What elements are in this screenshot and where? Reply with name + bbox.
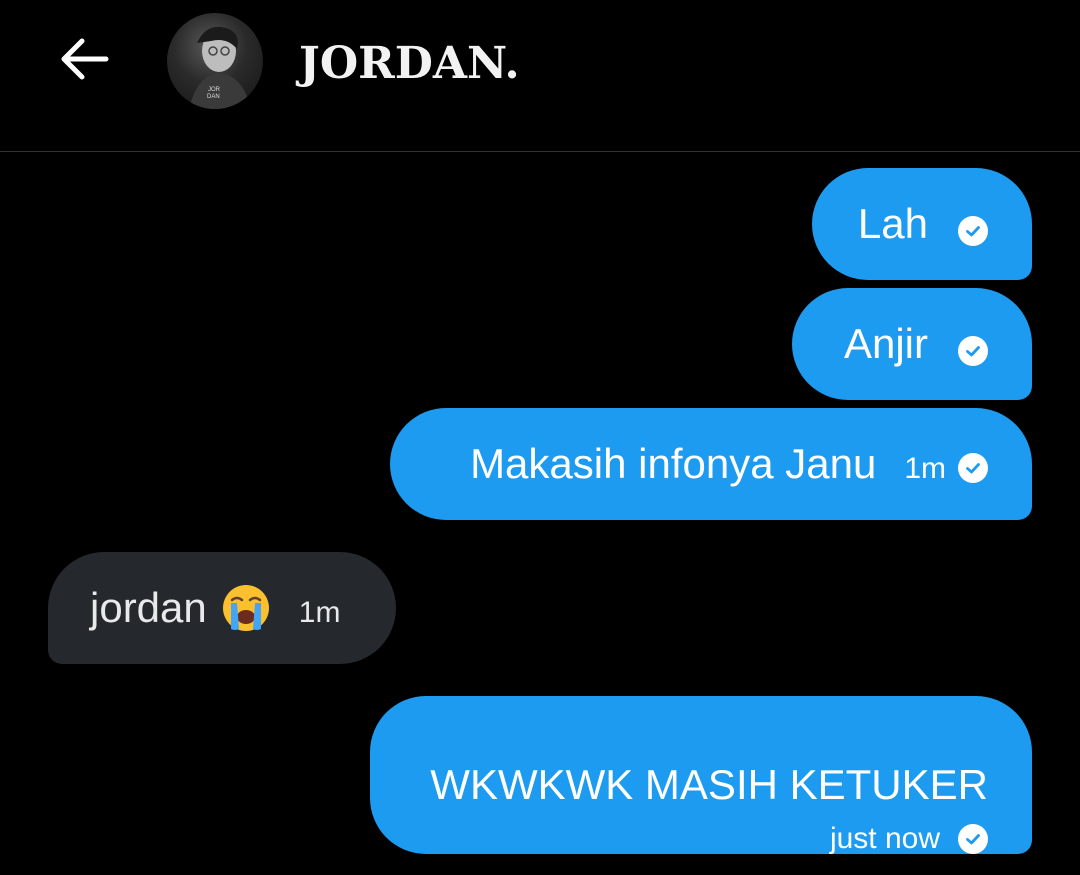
chat-header: JOR DAN JORDAN.	[0, 0, 1080, 152]
message-bubble-received[interactable]: jordan 1m	[48, 552, 396, 664]
message-bubble-sent[interactable]: WKWKWK MASIH KETUKER just now	[370, 696, 1032, 854]
message-bubble-sent[interactable]: Lah	[812, 168, 1032, 280]
check-circle-icon	[958, 453, 988, 483]
check-circle-icon	[958, 336, 988, 366]
back-button[interactable]	[56, 33, 112, 85]
message-text: Makasih infonya Janu	[470, 440, 877, 487]
message-bubble-sent[interactable]: Makasih infonya Janu 1m	[390, 408, 1032, 520]
message-timestamp: just now	[829, 822, 940, 855]
message-meta: just now	[802, 824, 988, 854]
message-timestamp: 1m	[298, 596, 341, 629]
profile-photo: JOR DAN	[189, 26, 251, 109]
message-text: Lah	[857, 200, 928, 247]
svg-text:DAN: DAN	[207, 94, 220, 100]
check-circle-icon	[958, 216, 988, 246]
arrow-left-icon	[61, 38, 109, 80]
message-bubble-sent[interactable]: Anjir	[792, 288, 1032, 400]
loudly-crying-face-emoji	[221, 583, 271, 633]
message-timestamp: 1m	[904, 452, 946, 485]
message-text: Anjir	[843, 320, 928, 367]
svg-text:JOR: JOR	[208, 87, 221, 93]
check-circle-icon	[958, 824, 988, 854]
page-title: JORDAN.	[299, 38, 520, 89]
message-text: jordan	[90, 584, 207, 631]
message-text: WKWKWK MASIH KETUKER	[430, 761, 988, 808]
avatar[interactable]: JOR DAN	[167, 13, 263, 109]
